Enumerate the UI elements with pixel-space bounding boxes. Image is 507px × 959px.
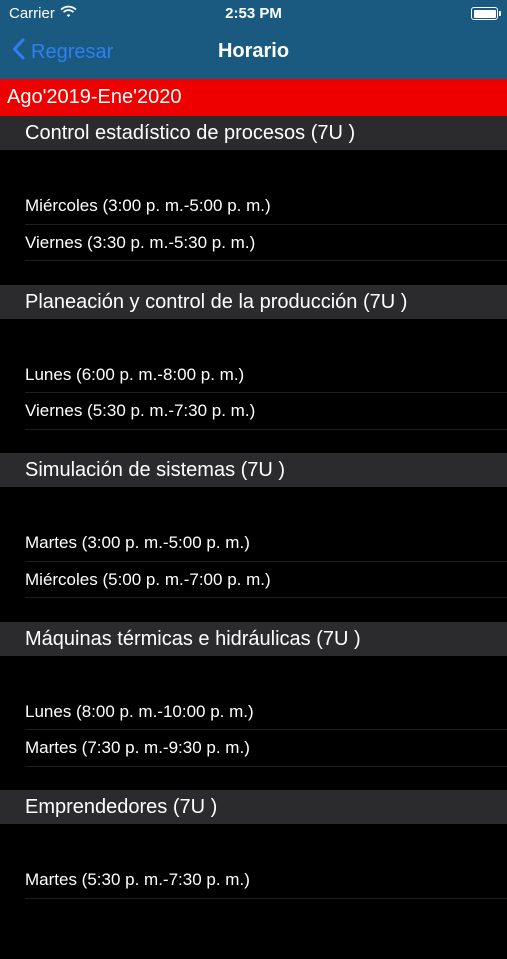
course-header: Simulación de sistemas (7U ) xyxy=(0,453,507,487)
session-row[interactable]: Lunes (8:00 p. m.-10:00 p. m.) xyxy=(25,694,507,730)
header: Carrier 2:53 PM Regresar Horario xyxy=(0,0,507,79)
session-row[interactable]: Miércoles (5:00 p. m.-7:00 p. m.) xyxy=(25,562,507,598)
course-section: Máquinas térmicas e hidráulicas (7U ) Lun… xyxy=(0,621,507,791)
session-row[interactable]: Martes (7:30 p. m.-9:30 p. m.) xyxy=(25,730,507,767)
schedule-list[interactable]: Control estadístico de procesos (7U ) Mié… xyxy=(0,116,507,959)
course-header: Control estadístico de procesos (7U ) xyxy=(0,116,507,150)
course-section: Emprendedores (7U ) Martes (5:30 p. m.-7:… xyxy=(0,790,507,959)
page-title: Horario xyxy=(217,40,290,62)
course-header: Máquinas térmicas e hidráulicas (7U ) xyxy=(0,621,507,656)
period-banner: Ago'2019-Ene'2020 xyxy=(0,79,507,116)
course-section: Control estadístico de procesos (7U ) Mié… xyxy=(0,116,507,285)
clock: 2:53 PM xyxy=(225,5,282,22)
course-section: Simulación de sistemas (7U ) Martes (3:00… xyxy=(0,453,507,622)
course-header: Emprendedores (7U ) xyxy=(0,790,507,824)
session-row[interactable]: Miércoles (3:00 p. m.-5:00 p. m.) xyxy=(25,188,507,225)
navigation-bar: Regresar Horario xyxy=(0,28,507,79)
session-row[interactable]: Martes (5:30 p. m.-7:30 p. m.) xyxy=(25,862,507,899)
status-bar: Carrier 2:53 PM xyxy=(0,0,507,28)
session-row[interactable]: Lunes (6:00 p. m.-8:00 p. m.) xyxy=(25,357,507,393)
course-header: Planeación y control de la producción (7… xyxy=(0,284,507,319)
session-row[interactable]: Viernes (5:30 p. m.-7:30 p. m.) xyxy=(25,393,507,430)
course-section: Planeación y control de la producción (7… xyxy=(0,284,507,454)
battery-icon xyxy=(471,7,501,20)
battery-level xyxy=(473,9,496,18)
session-row[interactable]: Viernes (3:30 p. m.-5:30 p. m.) xyxy=(25,225,507,261)
session-row[interactable]: Martes (3:00 p. m.-5:00 p. m.) xyxy=(25,525,507,562)
